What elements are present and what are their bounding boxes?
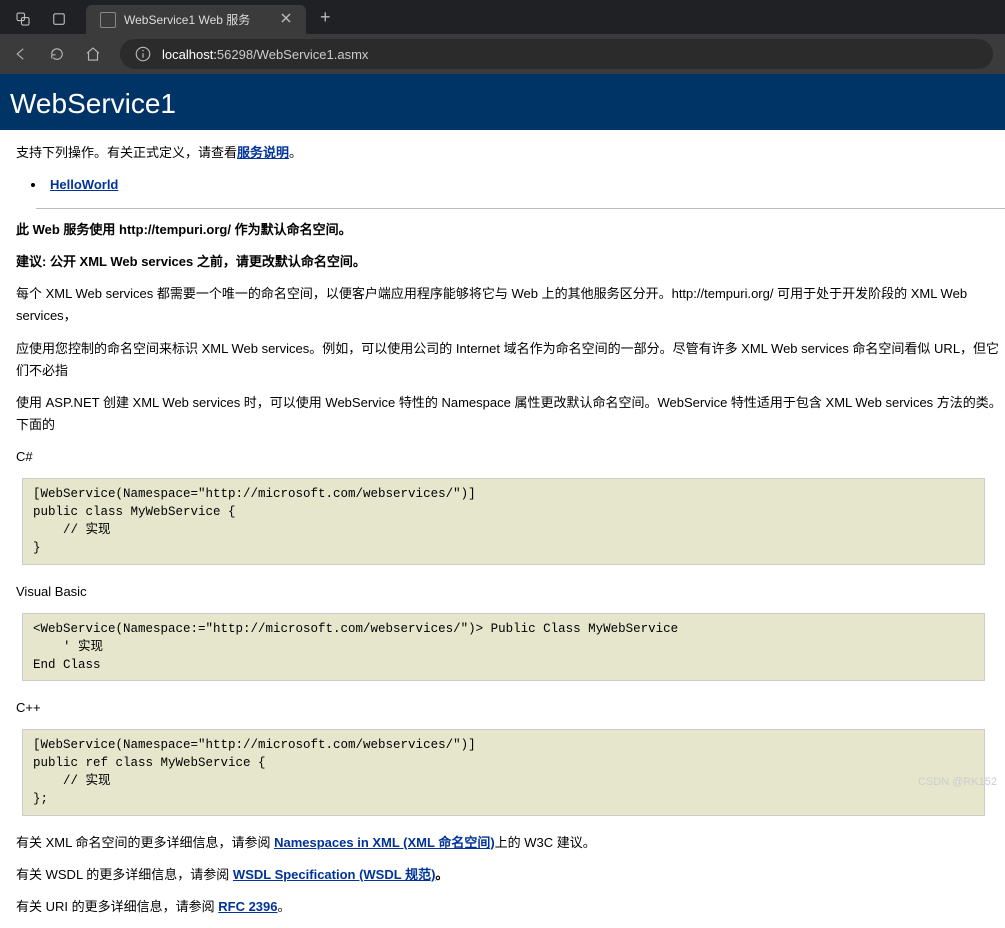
- back-button[interactable]: [12, 45, 30, 63]
- lang-cpp: C++: [16, 697, 1005, 719]
- browser-toolbar: localhost:56298/WebService1.asmx: [0, 34, 1005, 74]
- advice-line: 建议: 公开 XML Web services 之前，请更改默认命名空间。: [16, 251, 1005, 273]
- code-block-cpp: [WebService(Namespace="http://microsoft.…: [22, 729, 985, 816]
- lang-csharp: C#: [16, 446, 1005, 468]
- titlebar: WebService1 Web 服务 +: [0, 0, 1005, 34]
- uri-ref: 有关 URI 的更多详细信息，请参阅 RFC 2396。: [16, 896, 1005, 918]
- paragraph: 使用 ASP.NET 创建 XML Web services 时，可以使用 We…: [16, 392, 1005, 436]
- close-tab-button[interactable]: [280, 12, 292, 27]
- address-bar[interactable]: localhost:56298/WebService1.asmx: [120, 39, 993, 69]
- operations-list: HelloWorld: [16, 174, 1005, 196]
- list-item: HelloWorld: [46, 174, 1005, 196]
- service-description-link[interactable]: 服务说明: [237, 145, 289, 160]
- url-path: 56298/WebService1.asmx: [217, 47, 369, 62]
- code-block-csharp: [WebService(Namespace="http://microsoft.…: [22, 478, 985, 565]
- paragraph: 每个 XML Web services 都需要一个唯一的命名空间，以便客户端应用…: [16, 283, 1005, 327]
- browser-tab[interactable]: WebService1 Web 服务: [86, 5, 306, 34]
- tab-title: WebService1 Web 服务: [124, 11, 250, 28]
- paragraph: 应使用您控制的命名空间来标识 XML Web services。例如，可以使用公…: [16, 338, 1005, 382]
- rfc2396-link[interactable]: RFC 2396: [218, 899, 277, 914]
- xml-ref: 有关 XML 命名空间的更多详细信息，请参阅 Namespaces in XML…: [16, 832, 1005, 854]
- new-tab-button[interactable]: +: [306, 7, 345, 34]
- titlebar-icons: [0, 10, 82, 34]
- watermark: CSDN @RK152: [918, 776, 997, 788]
- code-block-vb: <WebService(Namespace:="http://microsoft…: [22, 613, 985, 681]
- url-host: localhost:: [162, 47, 217, 62]
- divider: [36, 208, 1005, 209]
- wsdl-spec-link[interactable]: WSDL Specification (WSDL 规范): [233, 867, 435, 882]
- intro-text: 支持下列操作。有关正式定义，请查看服务说明。: [16, 142, 1005, 164]
- lang-vb: Visual Basic: [16, 581, 1005, 603]
- home-button[interactable]: [84, 45, 102, 63]
- wsdl-ref: 有关 WSDL 的更多详细信息，请参阅 WSDL Specification (…: [16, 864, 1005, 886]
- page-favicon: [100, 12, 116, 28]
- operation-link[interactable]: HelloWorld: [50, 177, 118, 192]
- info-icon: [134, 45, 152, 63]
- xml-namespaces-link[interactable]: Namespaces in XML (XML 命名空间): [274, 835, 495, 850]
- workspaces-icon[interactable]: [14, 10, 32, 28]
- namespace-line: 此 Web 服务使用 http://tempuri.org/ 作为默认命名空间。: [16, 219, 1005, 241]
- page-body: 支持下列操作。有关正式定义，请查看服务说明。 HelloWorld 此 Web …: [0, 130, 1005, 918]
- refresh-button[interactable]: [48, 45, 66, 63]
- collections-icon[interactable]: [50, 10, 68, 28]
- page-content: WebService1 支持下列操作。有关正式定义，请查看服务说明。 Hello…: [0, 74, 1005, 928]
- page-title: WebService1: [0, 74, 1005, 130]
